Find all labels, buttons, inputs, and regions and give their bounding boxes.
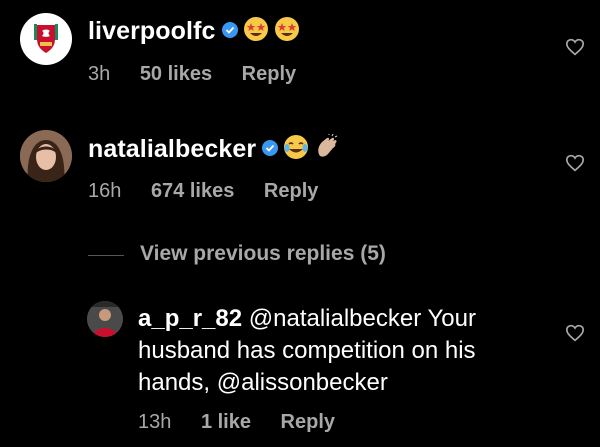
heart-outline-icon[interactable] [565, 38, 585, 56]
likes-count[interactable]: 1 like [201, 411, 251, 433]
reply-button[interactable]: Reply [264, 180, 318, 202]
verified-badge-icon [221, 22, 238, 39]
clapping-hands-emoji [314, 134, 340, 160]
comment-time: 16h [88, 180, 122, 202]
comment-username[interactable]: natalialbecker [88, 134, 340, 164]
view-previous-replies-label[interactable]: View previous replies (5) [140, 242, 386, 266]
likes-count[interactable]: 674 likes [151, 180, 234, 202]
heart-outline-icon[interactable] [565, 324, 585, 342]
reply-username[interactable]: a_p_r_82 [138, 305, 242, 332]
reply-button[interactable]: Reply [242, 63, 296, 85]
verified-badge-icon [262, 140, 279, 157]
tears-of-joy-emoji [283, 134, 309, 160]
likes-count[interactable]: 50 likes [140, 63, 212, 85]
avatar-a_p_r_82[interactable] [87, 301, 123, 337]
profile-photo-icon [87, 301, 123, 337]
reply-time: 13h [138, 411, 172, 433]
username-text[interactable]: liverpoolfc [88, 17, 216, 45]
comment-meta: 3h 50 likes Reply [88, 63, 320, 86]
liverpool-crest-icon [21, 14, 71, 64]
comment-time: 3h [88, 63, 111, 85]
comment-meta: 16h 674 likes Reply [88, 180, 342, 203]
profile-photo-icon [20, 130, 72, 182]
star-struck-emoji [274, 16, 300, 42]
avatar-liverpoolfc[interactable] [20, 13, 72, 65]
reply-button[interactable]: Reply [281, 411, 335, 433]
reply-meta: 13h 1 like Reply [138, 411, 359, 434]
username-text[interactable]: natalialbecker [88, 135, 256, 163]
star-struck-emoji [243, 16, 269, 42]
heart-outline-icon[interactable] [565, 154, 585, 172]
comment-username[interactable]: liverpoolfc [88, 17, 300, 46]
avatar-natalialbecker[interactable] [20, 130, 72, 182]
reply-comment-text: a_p_r_82 @natalialbecker Your husband ha… [138, 303, 538, 399]
divider-line [88, 255, 124, 256]
